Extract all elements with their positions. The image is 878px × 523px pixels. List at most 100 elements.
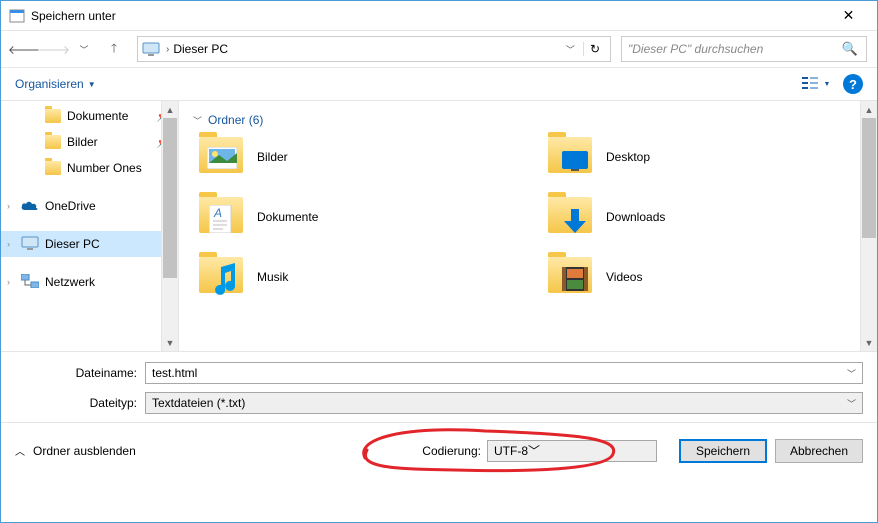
- expand-icon[interactable]: ›: [7, 239, 19, 249]
- scroll-thumb[interactable]: [862, 118, 876, 238]
- chevron-down-icon[interactable]: ﹀: [528, 442, 540, 459]
- refresh-button[interactable]: ↻: [583, 42, 606, 56]
- group-label: Ordner (6): [208, 113, 263, 127]
- network-icon: [21, 274, 39, 291]
- up-button[interactable]: 🡑: [101, 36, 127, 62]
- sidebar-item-label: Netzwerk: [45, 275, 95, 289]
- sidebar-item-label: Bilder: [67, 135, 98, 149]
- hide-folders-button[interactable]: ︿ Ordner ausblenden: [15, 443, 136, 458]
- search-icon: 🔍: [842, 41, 858, 57]
- chevron-down-icon: ▼: [824, 81, 831, 88]
- desktop-folder-icon: [548, 137, 592, 177]
- downloads-folder-icon: [548, 197, 592, 237]
- organize-menu[interactable]: Organisieren ▼: [15, 77, 96, 91]
- organize-label: Organisieren: [15, 77, 84, 91]
- help-button[interactable]: ?: [843, 74, 863, 94]
- search-input[interactable]: "Dieser PC" durchsuchen 🔍: [621, 36, 867, 62]
- onedrive-icon: [21, 199, 39, 214]
- sidebar-item-network[interactable]: › Netzwerk: [1, 269, 178, 295]
- music-folder-icon: [199, 257, 243, 297]
- folder-item-desktop[interactable]: Desktop: [548, 137, 877, 177]
- svg-text:A: A: [213, 206, 222, 220]
- folder-icon: [45, 161, 61, 175]
- dialog-footer: ︿ Ordner ausblenden Codierung: UTF-8 ﹀ S…: [1, 422, 877, 478]
- explorer-body: Dokumente 📌 Bilder 📌 Number Ones › OneDr…: [1, 101, 877, 351]
- search-placeholder: "Dieser PC" durchsuchen: [628, 42, 763, 56]
- save-button[interactable]: Speichern: [679, 439, 767, 463]
- chevron-right-icon: ›: [166, 44, 169, 55]
- collapse-icon: ﹀: [193, 114, 202, 127]
- folder-group-header[interactable]: ﹀ Ordner (6): [193, 109, 877, 137]
- navigation-row: 🡐 🡒 ﹀ 🡑 › Dieser PC ﹀ ↻ "Dieser PC" durc…: [1, 31, 877, 67]
- folder-label: Bilder: [257, 150, 288, 164]
- navigation-pane: Dokumente 📌 Bilder 📌 Number Ones › OneDr…: [1, 101, 179, 351]
- view-options-button[interactable]: ▼: [799, 72, 833, 96]
- scroll-down-icon[interactable]: ▼: [162, 334, 178, 351]
- sidebar-item-label: Dieser PC: [45, 237, 100, 251]
- videos-folder-icon: [548, 257, 592, 297]
- folder-label: Musik: [257, 270, 288, 284]
- sidebar-item-label: OneDrive: [45, 199, 96, 213]
- sidebar-item-documents[interactable]: Dokumente 📌: [1, 103, 178, 129]
- back-button[interactable]: 🡐: [11, 36, 37, 62]
- folder-item-documents[interactable]: A Dokumente: [199, 197, 528, 237]
- close-button[interactable]: ✕: [826, 1, 871, 30]
- folder-label: Downloads: [606, 210, 665, 224]
- scroll-thumb[interactable]: [163, 118, 177, 278]
- filename-input[interactable]: test.html ﹀: [145, 362, 863, 384]
- sidebar-item-label: Dokumente: [67, 109, 128, 123]
- folder-label: Videos: [606, 270, 642, 284]
- sidebar-item-pictures[interactable]: Bilder 📌: [1, 129, 178, 155]
- scroll-up-icon[interactable]: ▲: [162, 101, 178, 118]
- content-scrollbar[interactable]: ▲ ▼: [860, 101, 877, 351]
- encoding-select[interactable]: UTF-8 ﹀: [487, 440, 657, 462]
- pictures-folder-icon: [199, 137, 243, 177]
- pc-icon: [21, 236, 39, 253]
- encoding-label: Codierung:: [422, 444, 481, 458]
- sidebar-item-onedrive[interactable]: › OneDrive: [1, 193, 178, 219]
- address-location: Dieser PC: [173, 42, 228, 56]
- cancel-button-label: Abbrechen: [790, 444, 848, 458]
- expand-icon[interactable]: ›: [7, 277, 19, 287]
- window-title: Speichern unter: [31, 9, 826, 23]
- forward-button[interactable]: 🡒: [41, 36, 67, 62]
- folder-item-videos[interactable]: Videos: [548, 257, 877, 297]
- folder-label: Dokumente: [257, 210, 318, 224]
- folder-icon: [45, 109, 61, 123]
- documents-folder-icon: A: [199, 197, 243, 237]
- filetype-select[interactable]: Textdateien (*.txt) ﹀: [145, 392, 863, 414]
- save-button-label: Speichern: [696, 444, 750, 458]
- scroll-up-icon[interactable]: ▲: [861, 101, 877, 118]
- folder-label: Desktop: [606, 150, 650, 164]
- recent-dropdown-icon[interactable]: ﹀: [71, 36, 97, 62]
- pc-icon: [142, 40, 160, 58]
- title-bar: Speichern unter ✕: [1, 1, 877, 31]
- chevron-down-icon[interactable]: ﹀: [847, 397, 856, 410]
- nav-scrollbar[interactable]: ▲ ▼: [161, 101, 178, 351]
- folder-item-pictures[interactable]: Bilder: [199, 137, 528, 177]
- encoding-value: UTF-8: [494, 444, 528, 458]
- app-icon: [9, 8, 25, 24]
- expand-icon[interactable]: ›: [7, 201, 19, 211]
- scroll-down-icon[interactable]: ▼: [861, 334, 877, 351]
- sidebar-item-folder[interactable]: Number Ones: [1, 155, 178, 181]
- filetype-value: Textdateien (*.txt): [152, 396, 245, 410]
- filename-value: test.html: [152, 366, 197, 380]
- hide-folders-label: Ordner ausblenden: [33, 444, 136, 458]
- folder-icon: [45, 135, 61, 149]
- content-pane: ﹀ Ordner (6) Bilder Desktop A Dokumente …: [179, 101, 877, 351]
- folder-item-music[interactable]: Musik: [199, 257, 528, 297]
- toolbar: Organisieren ▼ ▼ ?: [1, 67, 877, 101]
- address-bar[interactable]: › Dieser PC ﹀ ↻: [137, 36, 611, 62]
- filename-label: Dateiname:: [15, 366, 145, 380]
- address-dropdown-icon[interactable]: ﹀: [566, 43, 575, 56]
- folder-item-downloads[interactable]: Downloads: [548, 197, 877, 237]
- filetype-label: Dateityp:: [15, 396, 145, 410]
- sidebar-item-this-pc[interactable]: › Dieser PC: [1, 231, 178, 257]
- file-fields: Dateiname: test.html ﹀ Dateityp: Textdat…: [1, 351, 877, 414]
- chevron-down-icon[interactable]: ﹀: [847, 367, 856, 380]
- chevron-down-icon: ▼: [88, 80, 96, 89]
- cancel-button[interactable]: Abbrechen: [775, 439, 863, 463]
- sidebar-item-label: Number Ones: [67, 161, 142, 175]
- chevron-up-icon: ︿: [15, 443, 25, 458]
